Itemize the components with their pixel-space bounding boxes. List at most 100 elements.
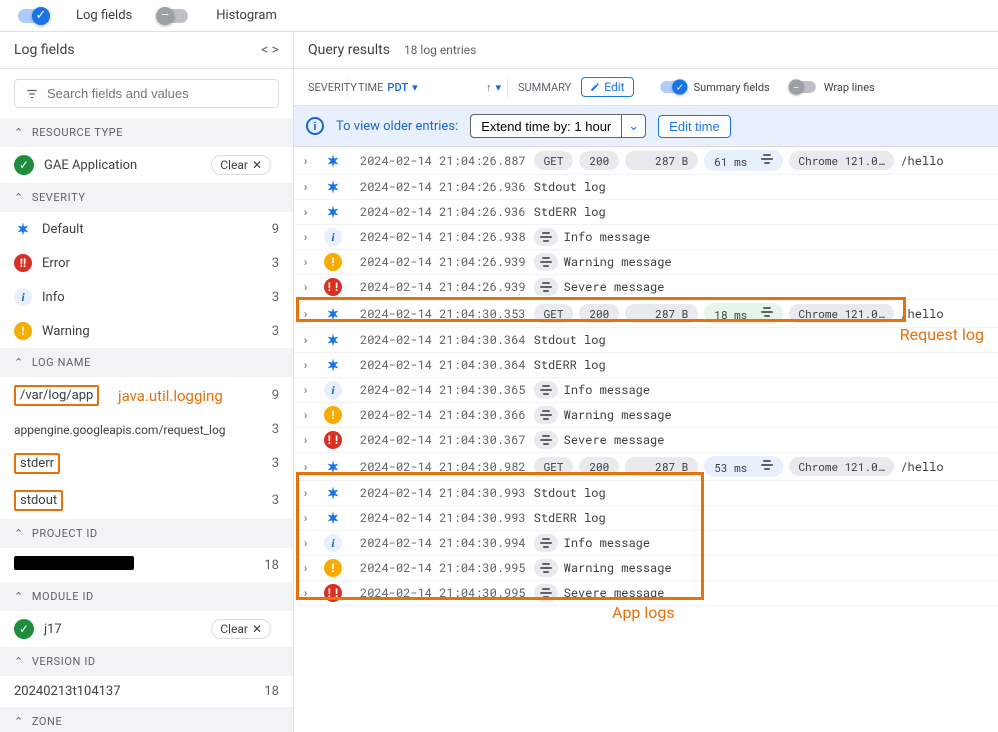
log-name-item[interactable]: /var/log/app java.util.logging 9 — [0, 377, 293, 414]
log-row[interactable]: › 2024-02-14 21:04:26.936 StdERR log — [294, 200, 998, 225]
log-message: Severe message — [564, 279, 665, 295]
log-timestamp: 2024-02-14 21:04:30.993 — [360, 485, 526, 501]
log-row[interactable]: › ! 2024-02-14 21:04:30.995 Warning mess… — [294, 556, 998, 581]
warning-icon: ! — [14, 322, 32, 340]
info-icon: i — [324, 228, 342, 246]
asterisk-icon — [324, 152, 342, 170]
error-icon: !! — [324, 584, 342, 602]
module-id-item[interactable]: ✓ j17 Clear ✕ — [0, 611, 293, 647]
sort-asc-icon[interactable]: ↑ — [486, 81, 492, 94]
log-message: Info message — [564, 535, 650, 551]
clear-module-id-button[interactable]: Clear ✕ — [211, 619, 271, 639]
section-resource-type[interactable]: ⌃ RESOURCE TYPE — [0, 118, 293, 147]
expand-row-icon[interactable]: › — [302, 560, 316, 576]
log-row[interactable]: › ! 2024-02-14 21:04:30.366 Warning mess… — [294, 403, 998, 428]
histogram-toggle[interactable]: – — [158, 9, 188, 23]
http-ua: Chrome 121.0… — [789, 151, 895, 170]
section-project-id[interactable]: ⌃ PROJECT ID — [0, 519, 293, 548]
severity-item-warning[interactable]: ! Warning 3 — [0, 314, 293, 348]
expand-row-icon[interactable]: › — [302, 332, 316, 348]
dropdown-icon[interactable]: ▾ — [412, 81, 418, 94]
wrap-lines-toggle[interactable]: – — [790, 81, 816, 93]
log-row[interactable]: › i 2024-02-14 21:04:26.938 Info message — [294, 225, 998, 250]
expand-row-icon[interactable]: › — [302, 510, 316, 526]
log-row[interactable]: › 2024-02-14 21:04:30.364 Stdout log — [294, 328, 998, 353]
asterisk-icon — [324, 509, 342, 527]
edit-summary-button[interactable]: Edit — [581, 77, 633, 97]
dropdown-icon[interactable]: ▾ — [495, 81, 501, 94]
section-module-id[interactable]: ⌃ MODULE ID — [0, 582, 293, 611]
annotation-box: stderr — [14, 453, 60, 474]
edit-time-button[interactable]: Edit time — [658, 115, 731, 138]
http-status: 200 — [579, 151, 619, 170]
section-log-name[interactable]: ⌃ LOG NAME — [0, 348, 293, 377]
http-method: GET — [534, 151, 574, 170]
summary-fields-toggle[interactable]: ✓ — [660, 81, 686, 93]
severity-item-info[interactable]: i Info 3 — [0, 280, 293, 314]
log-row[interactable]: › ! 2024-02-14 21:04:26.939 Warning mess… — [294, 250, 998, 275]
log-timestamp: 2024-02-14 21:04:30.365 — [360, 382, 526, 398]
col-severity[interactable]: SEVERITY — [302, 77, 348, 98]
expand-row-icon[interactable]: › — [302, 535, 316, 551]
log-message: Severe message — [564, 585, 665, 601]
expand-row-icon[interactable]: › — [302, 357, 316, 373]
log-row[interactable]: › 2024-02-14 21:04:30.353 GET 200 287 B … — [294, 300, 998, 328]
log-timestamp: 2024-02-14 21:04:30.353 — [360, 306, 526, 322]
resource-type-item[interactable]: ✓ GAE Application Clear ✕ — [0, 147, 293, 183]
section-severity[interactable]: ⌃ SEVERITY — [0, 183, 293, 212]
log-row[interactable]: › 2024-02-14 21:04:26.887 GET 200 287 B … — [294, 147, 998, 175]
results-columns: SEVERITY TIME PDT ▾ ↑ ▾ SUMMARY Edit — [294, 69, 998, 106]
section-zone[interactable]: ⌃ ZONE — [0, 707, 293, 732]
log-row[interactable]: › i 2024-02-14 21:04:30.994 Info message — [294, 531, 998, 556]
expand-row-icon[interactable]: › — [302, 153, 316, 169]
histogram-toggle-label: Histogram — [216, 8, 277, 23]
log-name-item[interactable]: appengine.googleapis.com/request_log 3 — [0, 414, 293, 445]
log-message: Warning message — [564, 254, 672, 270]
log-row[interactable]: › !! 2024-02-14 21:04:30.367 Severe mess… — [294, 428, 998, 453]
log-row[interactable]: › 2024-02-14 21:04:30.982 GET 200 287 B … — [294, 453, 998, 481]
log-timestamp: 2024-02-14 21:04:26.936 — [360, 179, 526, 195]
expand-row-icon[interactable]: › — [302, 585, 316, 601]
log-name-item[interactable]: stderr 3 — [0, 445, 293, 482]
lines-icon — [540, 408, 552, 422]
clear-resource-type-button[interactable]: Clear ✕ — [211, 155, 271, 175]
expand-row-icon[interactable]: › — [302, 382, 316, 398]
log-message: Stdout log — [534, 485, 606, 501]
expand-sidebar-icon[interactable]: < > — [261, 42, 279, 58]
severity-item-error[interactable]: !! Error 3 — [0, 246, 293, 280]
expand-row-icon[interactable]: › — [302, 204, 316, 220]
expand-row-icon[interactable]: › — [302, 432, 316, 448]
log-fields-toggle[interactable]: ✓ — [18, 9, 48, 23]
section-version-id[interactable]: ⌃ VERSION ID — [0, 647, 293, 676]
log-row[interactable]: › 2024-02-14 21:04:30.993 Stdout log — [294, 481, 998, 506]
project-id-item[interactable]: 18 — [0, 548, 293, 582]
col-time[interactable]: TIME PDT ▾ ↑ ▾ — [352, 77, 508, 98]
log-row[interactable]: › i 2024-02-14 21:04:30.365 Info message — [294, 378, 998, 403]
expand-row-icon[interactable]: › — [302, 254, 316, 270]
top-toolbar: ✓ Log fields – Histogram — [0, 0, 998, 32]
search-input[interactable] — [47, 86, 268, 101]
log-row[interactable]: › 2024-02-14 21:04:26.936 Stdout log — [294, 175, 998, 200]
info-bar: i To view older entries: Extend time by:… — [294, 106, 998, 147]
expand-row-icon[interactable]: › — [302, 279, 316, 295]
log-row[interactable]: › 2024-02-14 21:04:30.364 StdERR log — [294, 353, 998, 378]
extend-time-dropdown[interactable]: ⌄ — [621, 114, 646, 138]
expand-row-icon[interactable]: › — [302, 459, 316, 475]
log-row[interactable]: › 2024-02-14 21:04:30.993 StdERR log — [294, 506, 998, 531]
annotation-box: stdout — [14, 490, 63, 511]
expand-row-icon[interactable]: › — [302, 179, 316, 195]
severity-item-default[interactable]: Default 9 — [0, 212, 293, 246]
summary-icon-pill — [534, 278, 558, 296]
http-latency: 18 ms — [704, 303, 782, 324]
expand-row-icon[interactable]: › — [302, 229, 316, 245]
log-row[interactable]: › !! 2024-02-14 21:04:26.939 Severe mess… — [294, 275, 998, 300]
log-name-item[interactable]: stdout 3 — [0, 482, 293, 519]
expand-row-icon[interactable]: › — [302, 485, 316, 501]
expand-row-icon[interactable]: › — [302, 407, 316, 423]
expand-row-icon[interactable]: › — [302, 306, 316, 322]
search-field[interactable] — [14, 79, 279, 108]
version-id-item[interactable]: 20240213t104137 18 — [0, 676, 293, 707]
log-timestamp: 2024-02-14 21:04:26.938 — [360, 229, 526, 245]
log-timestamp: 2024-02-14 21:04:30.995 — [360, 585, 526, 601]
extend-time-button[interactable]: Extend time by: 1 hour — [470, 114, 621, 138]
